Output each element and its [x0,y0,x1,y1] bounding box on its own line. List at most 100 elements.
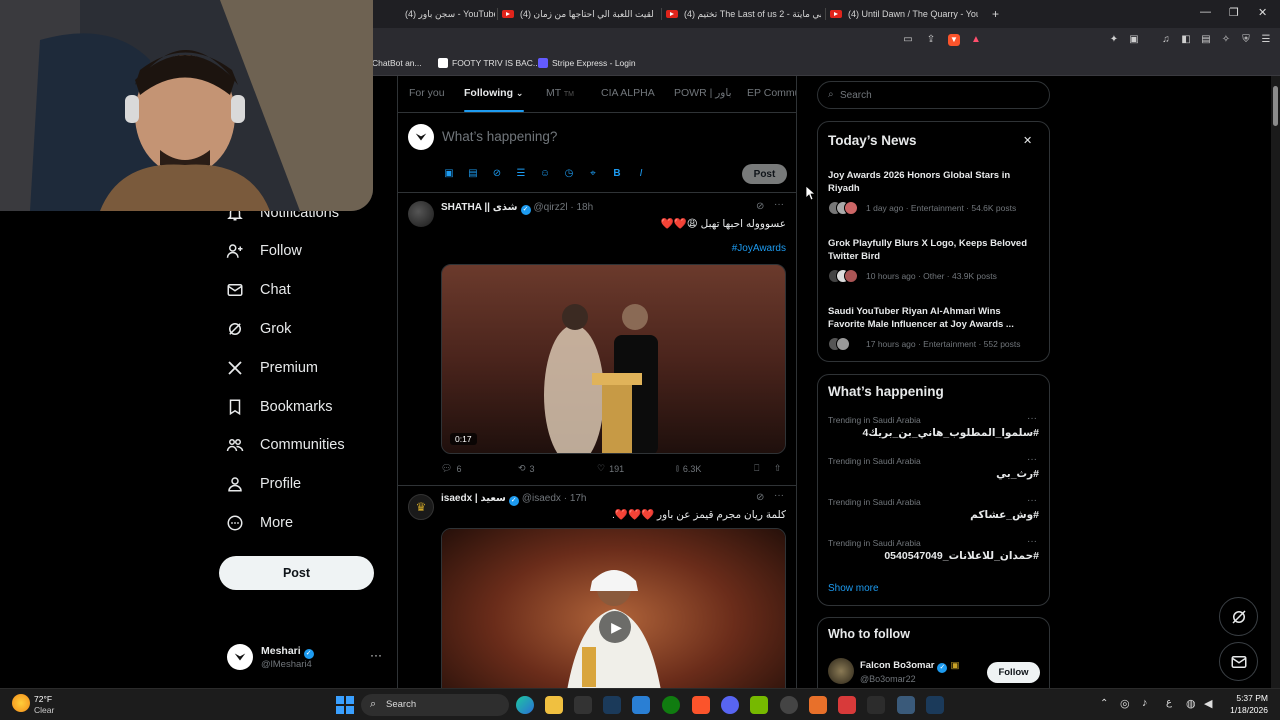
tweet-author[interactable]: isaedx | سعيد ✓ @isaedx · 17h [441,493,587,506]
network-icon[interactable]: ◍ [1186,697,1196,710]
more-icon[interactable]: ··· [774,199,784,210]
wallet-icon[interactable]: ▤ [1200,34,1212,46]
compose-post-button[interactable]: Post [742,164,787,184]
sidebar-item-more[interactable]: More [226,508,293,538]
more-icon[interactable]: ··· [1027,495,1037,506]
sidebar-item-communities[interactable]: Communities [226,430,345,460]
image-icon[interactable]: ▣ [443,168,455,180]
restore-icon[interactable]: ❐ [1229,6,1239,19]
app-tray-icon[interactable]: ◎ [1120,697,1130,710]
menu-icon[interactable]: ☰ [1260,34,1272,46]
language-indicator[interactable]: ع [1166,697,1172,708]
views-button[interactable]: ⫾ 6.3K [676,463,701,474]
more-icon[interactable]: ··· [774,490,784,501]
extensions-icon[interactable]: ✦ [1108,34,1120,46]
weather-icon[interactable] [12,694,30,712]
grok-icon[interactable]: ⊘ [756,492,764,503]
share-button[interactable]: ⇧ [774,463,782,474]
gif-icon[interactable]: ▤ [467,168,479,180]
repost-button[interactable]: ⟲ 3 [518,463,535,474]
windows-start-icon[interactable] [336,696,354,714]
scrollbar[interactable] [1271,76,1280,688]
tab-powr[interactable]: POWR | باور [674,87,732,99]
like-button[interactable]: ♡ 191 [597,463,624,474]
settings-icon[interactable] [897,696,915,714]
account-more-icon[interactable]: ··· [370,648,382,662]
steam-icon[interactable] [926,696,944,714]
location-icon[interactable]: ⌖ [587,168,599,180]
bookmark-item[interactable]: Stripe Express - Login [538,58,636,68]
volume-icon[interactable]: ◀ [1204,697,1212,710]
app-icon[interactable] [809,696,827,714]
bookmark-button[interactable]: ⎕ [754,463,759,474]
obs-icon[interactable] [780,696,798,714]
app-icon[interactable] [838,696,856,714]
grok-icon[interactable]: ⊘ [491,168,503,180]
media-player-icon[interactable] [867,696,885,714]
sidebar-item-premium[interactable]: Premium [226,353,318,383]
reply-button[interactable]: 💬︎ 6 [441,463,461,474]
new-tab-button[interactable]: + [992,4,999,24]
brave-rewards-icon[interactable]: ▲ [970,34,982,46]
avatar[interactable]: ♛ [408,494,434,520]
poll-icon[interactable]: ☰ [515,168,527,180]
compose-input[interactable]: What’s happening? [442,129,557,144]
clock-time[interactable]: 5:37 PM [1222,693,1268,703]
microphone-icon[interactable]: ♪ [1142,697,1148,709]
share-icon[interactable]: ⇪ [925,34,937,46]
show-more-link[interactable]: Show more [828,583,879,594]
sidebar-toggle-icon[interactable]: ◧ [1180,34,1192,46]
emoji-icon[interactable]: ☺ [539,168,551,180]
sidebar-item-profile[interactable]: Profile [226,469,301,499]
tab-cia-alpha[interactable]: CIA ALPHA [601,87,655,99]
account-switcher[interactable]: Meshari ✓ @lMeshari4 ··· [227,641,387,675]
file-explorer-icon[interactable] [545,696,563,714]
more-icon[interactable]: ··· [1027,454,1037,465]
schedule-icon[interactable]: ◷ [563,168,575,180]
post-button[interactable]: Post [219,556,374,590]
tweet[interactable]: ♛ isaedx | سعيد ✓ @isaedx · 17h ⊘ ··· كلمة… [398,486,796,720]
nvidia-icon[interactable] [750,696,768,714]
chevron-up-icon[interactable]: ⌃ [1100,698,1108,709]
bookmark-item[interactable]: ChatBot an... [372,58,422,68]
browser-tab[interactable]: (4) Until Dawn / The Quarry - YouTube [830,4,978,24]
more-icon[interactable]: ··· [1027,413,1037,424]
clock-date[interactable]: 1/18/2026 [1222,705,1268,715]
media-icon[interactable]: ♫ [1160,34,1172,46]
tab-mt[interactable]: MT TM [546,87,574,99]
messages-fab[interactable] [1219,642,1258,681]
close-icon[interactable]: ✕ [1258,6,1267,19]
grok-fab[interactable] [1219,597,1258,636]
edge-icon[interactable] [516,696,534,714]
sidebar-item-grok[interactable]: Grok [226,314,291,344]
italic-icon[interactable]: I [635,168,647,180]
search-input[interactable]: Search [840,90,872,101]
tab-following[interactable]: Following ⌄ [464,87,523,99]
search-box[interactable]: ⌕ Search [817,81,1050,109]
tab-ep-community[interactable]: EP Commu [747,87,796,99]
follow-button[interactable]: Follow [987,662,1040,683]
sidebar-item-bookmarks[interactable]: Bookmarks [226,392,333,422]
tweet-author[interactable]: SHATHA || شذى ✓ @qirz2l · 18h [441,202,593,215]
xbox-icon[interactable] [662,696,680,714]
brave-shields-icon[interactable]: ▼ [948,34,960,46]
browser-tab[interactable]: (4) لقيت اللعبة الي احتاجها من زمان be [502,4,657,24]
leo-ai-icon[interactable]: ✧ [1220,34,1232,46]
tweet-video[interactable]: 0:17 [441,264,786,454]
minimize-icon[interactable]: — [1200,6,1211,18]
browser-tab[interactable]: (4) سجن باور - YouTube [405,4,495,24]
tab-for-you[interactable]: For you [409,87,445,99]
reader-icon[interactable]: ▭ [902,34,914,46]
bookmark-item[interactable]: FOOTY TRIV IS BAC... [438,58,540,68]
scrollbar-thumb[interactable] [1273,86,1278,126]
grok-icon[interactable]: ⊘ [756,201,764,212]
app-icon[interactable] [632,696,650,714]
play-button[interactable]: ▶ [599,611,631,643]
hashtag-link[interactable]: #JoyAwards [732,243,786,254]
bold-icon[interactable]: B [611,168,623,180]
sidebar-item-chat[interactable]: Chat [226,275,291,305]
suggested-user-name[interactable]: Falcon Bo3omar ✓ ▣ [860,660,959,673]
epic-games-icon[interactable] [574,696,592,714]
avatar[interactable] [828,658,854,684]
avatar[interactable] [408,201,434,227]
